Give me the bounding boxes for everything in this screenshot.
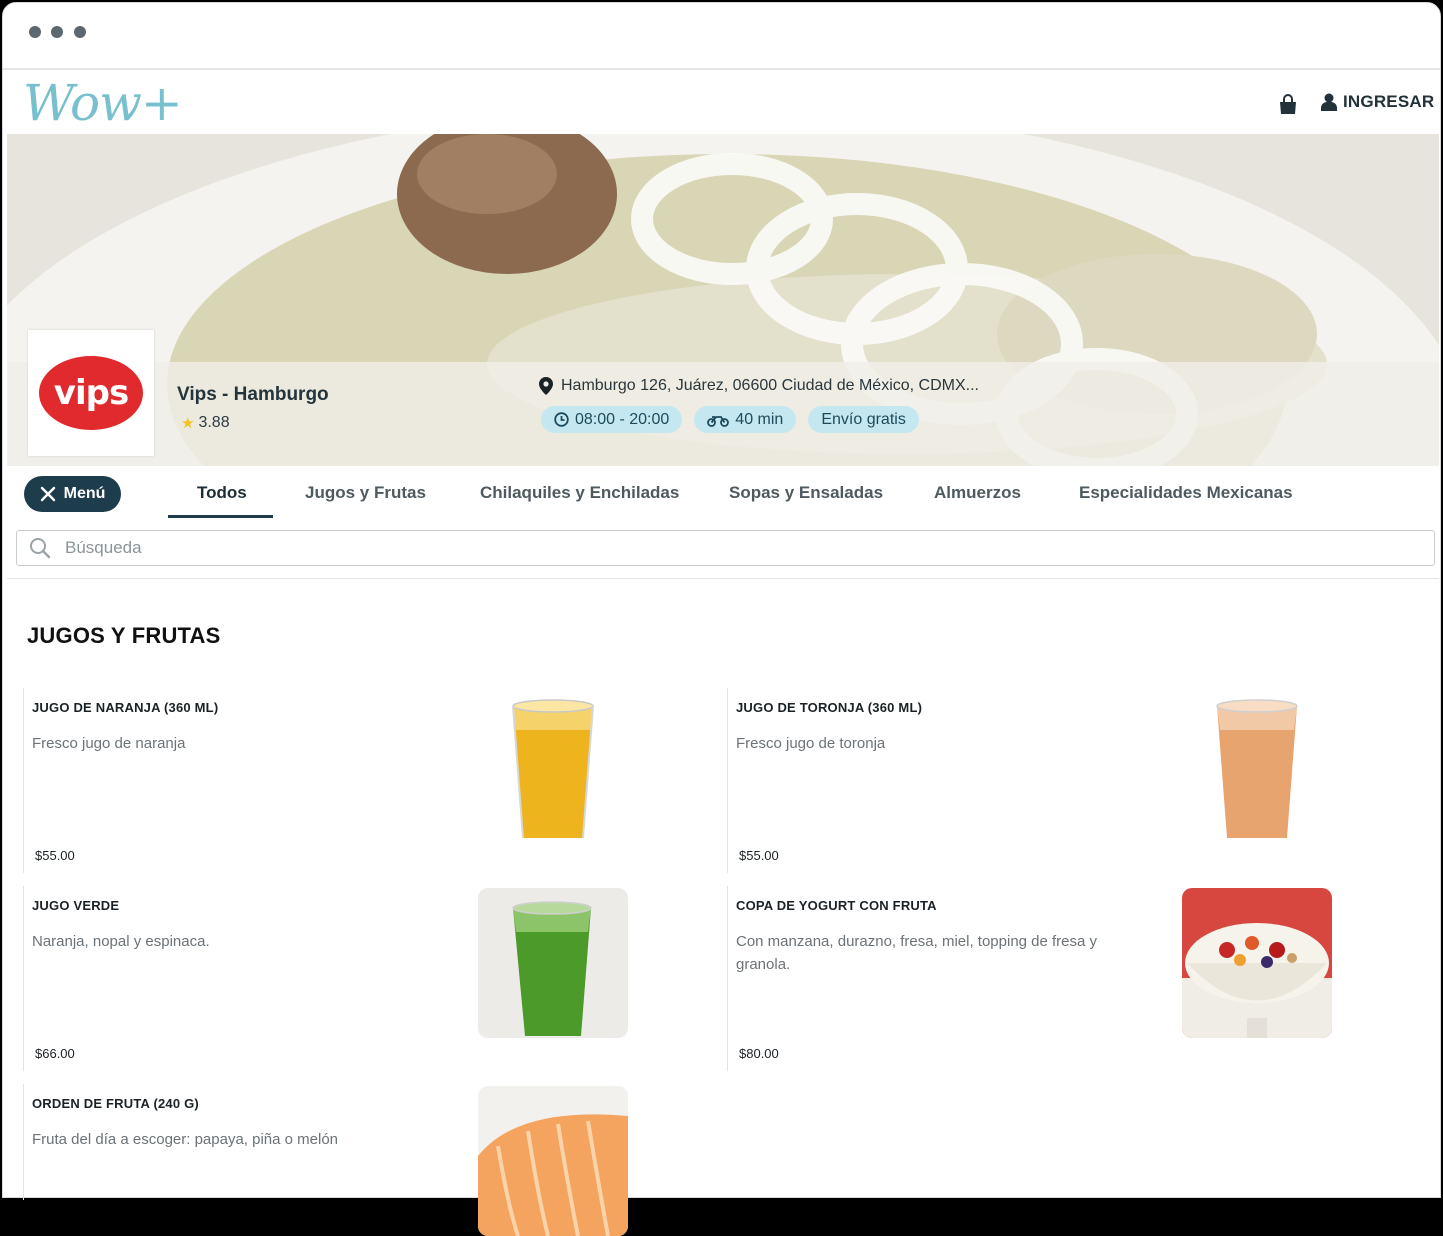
product-price: $55.00 — [739, 848, 779, 863]
product-name: COPA DE YOGURT CON FRUTA — [736, 898, 937, 913]
user-icon — [1321, 93, 1337, 111]
product-card[interactable]: ORDEN DE FRUTA (240 G) Fruta del día a e… — [23, 1084, 713, 1236]
product-image — [478, 888, 628, 1038]
login-label: INGRESAR — [1343, 92, 1435, 111]
product-price: $55.00 — [35, 848, 75, 863]
window-dot[interactable] — [29, 26, 41, 38]
tab-sopas-y-ensaladas[interactable]: Sopas y Ensaladas — [729, 483, 883, 503]
tab-jugos-y-frutas[interactable]: Jugos y Frutas — [305, 483, 426, 503]
store-rating: ★ 3.88 — [181, 414, 230, 432]
delivery-time-text: 40 min — [735, 410, 784, 428]
address-text: Hamburgo 126, Juárez, 06600 Ciudad de Mé… — [561, 377, 979, 394]
tab-especialidades-mexicanas[interactable]: Especialidades Mexicanas — [1079, 483, 1293, 503]
product-card[interactable]: JUGO VERDE Naranja, nopal y espinaca. $6… — [23, 886, 713, 1071]
product-name: JUGO DE NARANJA (360 ML) — [32, 700, 219, 715]
site-logo[interactable]: Wow+ — [23, 74, 183, 132]
product-card[interactable]: COPA DE YOGURT CON FRUTA Con manzana, du… — [727, 886, 1417, 1071]
search-bar — [16, 530, 1435, 566]
product-description: Fresco jugo de naranja — [32, 735, 186, 752]
store-logo: vips — [28, 330, 154, 456]
shipping-chip: Envío gratis — [808, 406, 919, 433]
product-price: $66.00 — [35, 1046, 75, 1061]
tab-almuerzos[interactable]: Almuerzos — [934, 483, 1021, 503]
clock-icon — [554, 412, 569, 427]
product-description: Fruta del día a escoger: papaya, piña o … — [32, 1131, 339, 1148]
store-name: Vips - Hamburgo — [177, 384, 329, 405]
product-image — [478, 1086, 628, 1236]
store-address: Hamburgo 126, Juárez, 06600 Ciudad de Mé… — [539, 377, 979, 395]
product-name: ORDEN DE FRUTA (240 G) — [32, 1096, 199, 1111]
product-card[interactable]: JUGO DE TORONJA (360 ML) Fresco jugo de … — [727, 688, 1417, 873]
product-card[interactable]: JUGO DE NARANJA (360 ML) Fresco jugo de … — [23, 688, 713, 873]
category-tabs: Menú Todos Jugos y Frutas Chilaquiles y … — [0, 466, 1443, 520]
store-info-chips: 08:00 - 20:00 40 min Envío gratis — [541, 406, 919, 433]
site-header: Wow+ INGRESAR — [3, 70, 1440, 136]
search-input[interactable] — [65, 538, 1365, 558]
product-image — [1182, 888, 1332, 1038]
product-name: JUGO DE TORONJA (360 ML) — [736, 700, 923, 715]
utensils-icon — [40, 486, 55, 502]
rating-value: 3.88 — [198, 414, 230, 431]
menu-button-label: Menú — [63, 485, 106, 502]
product-image — [478, 690, 628, 840]
search-icon — [30, 538, 51, 559]
product-name: JUGO VERDE — [32, 898, 120, 913]
shipping-text: Envío gratis — [821, 410, 906, 428]
window-dot[interactable] — [74, 26, 86, 38]
hours-text: 08:00 - 20:00 — [575, 410, 670, 428]
product-description: Fresco jugo de toronja — [736, 735, 886, 752]
product-description: Con manzana, durazno, fresa, miel, toppi… — [736, 933, 1098, 973]
section-title: JUGOS Y FRUTAS — [27, 623, 221, 648]
section-divider — [7, 578, 1439, 579]
delivery-time-chip: 40 min — [694, 406, 797, 433]
product-image — [1182, 690, 1332, 840]
motorcycle-icon — [707, 415, 730, 427]
product-price: $80.00 — [739, 1046, 779, 1061]
tab-chilaquiles-y-enchiladas[interactable]: Chilaquiles y Enchiladas — [480, 483, 679, 503]
star-icon: ★ — [181, 415, 195, 432]
shopping-bag-icon[interactable] — [1277, 94, 1299, 116]
store-hero-banner: vips Vips - Hamburgo ★ 3.88 Hamburgo 126… — [7, 134, 1439, 466]
store-logo-mark: vips — [39, 356, 143, 430]
active-tab-indicator — [168, 515, 273, 518]
login-button[interactable]: INGRESAR — [1321, 92, 1434, 112]
tab-todos[interactable]: Todos — [197, 483, 247, 503]
menu-button[interactable]: Menú — [24, 476, 121, 512]
location-pin-icon — [539, 377, 553, 395]
product-description: Naranja, nopal y espinaca. — [32, 933, 210, 950]
window-titlebar — [3, 3, 1440, 70]
window-dot[interactable] — [51, 26, 63, 38]
hours-chip: 08:00 - 20:00 — [541, 406, 683, 433]
